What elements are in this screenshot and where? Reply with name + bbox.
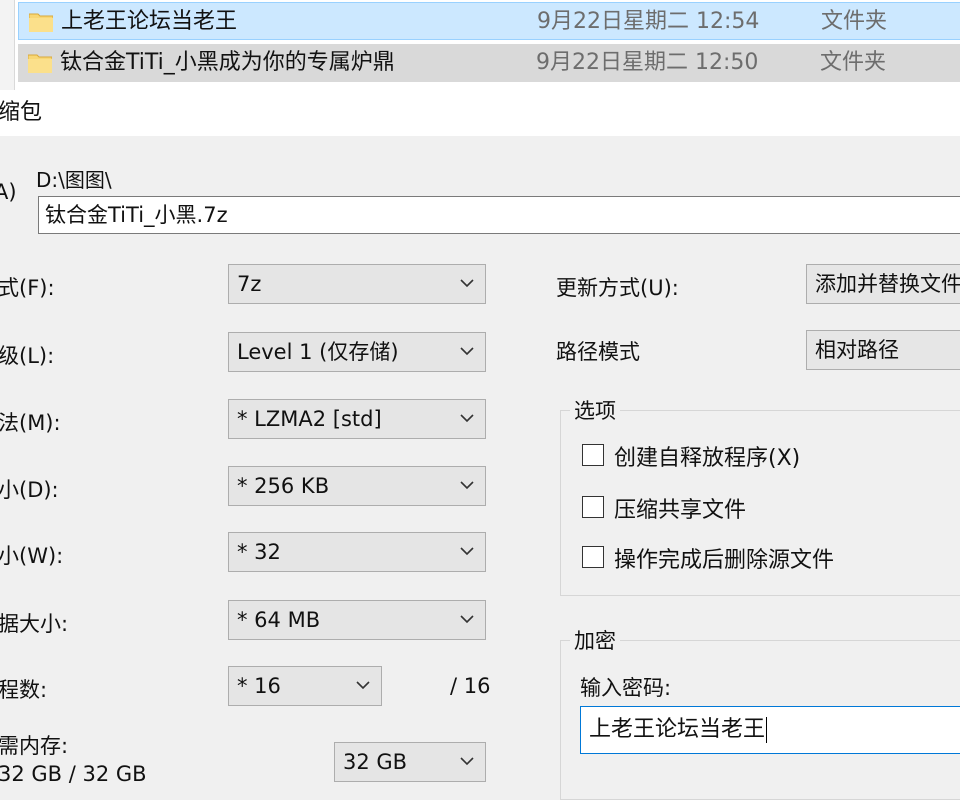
- memory-label: 需内存:: [0, 734, 69, 758]
- password-text: 上老王论坛当老王: [589, 717, 766, 742]
- update-mode-label: 更新方式(U):: [556, 276, 679, 300]
- shared-files-checkbox-label: 压缩共享文件: [614, 498, 747, 523]
- file-type: 文件夹: [820, 50, 887, 75]
- file-row[interactable]: 上老王论坛当老王 9月22日星期二 12:54 文件夹: [18, 2, 960, 40]
- file-name: 上老王论坛当老王: [61, 9, 238, 34]
- options-title: 选项: [570, 395, 620, 425]
- folder-icon: [29, 13, 53, 32]
- path-mode-label: 路径模式: [556, 340, 640, 364]
- archive-name-input[interactable]: 钛合金TiTi_小黑.7z: [38, 196, 960, 234]
- dictionary-size-label: 小(D):: [0, 478, 59, 502]
- update-mode-select[interactable]: 添加并替换文件: [806, 264, 960, 304]
- solid-block-size-label: 据大小:: [0, 612, 69, 636]
- sfx-checkbox[interactable]: [582, 444, 604, 466]
- word-size-value: * 32: [237, 540, 281, 564]
- threads-max: / 16: [450, 674, 491, 698]
- chevron-down-icon: [460, 347, 474, 356]
- method-value: * LZMA2 [std]: [237, 407, 382, 431]
- method-select[interactable]: * LZMA2 [std]: [228, 399, 486, 439]
- chevron-down-icon: [460, 414, 474, 423]
- dialog-titlebar: 缩包: [0, 90, 960, 136]
- file-row[interactable]: 钛合金TiTi_小黑成为你的专属炉鼎 9月22日星期二 12:50 文件夹: [18, 44, 960, 82]
- chevron-down-icon: [460, 615, 474, 624]
- format-select[interactable]: 7z: [228, 264, 486, 304]
- file-name: 钛合金TiTi_小黑成为你的专属炉鼎: [60, 50, 395, 75]
- threads-value: * 16: [237, 674, 281, 698]
- archive-label: A): [0, 180, 17, 204]
- solid-block-size-select[interactable]: * 64 MB: [228, 600, 486, 640]
- file-type: 文件夹: [821, 9, 888, 34]
- archive-path: D:\图图\: [36, 168, 112, 192]
- level-value: Level 1 (仅存储): [237, 340, 399, 364]
- level-label: 级(L):: [0, 344, 55, 368]
- text-caret: [766, 717, 768, 743]
- threads-label: 程数:: [0, 678, 48, 702]
- path-mode-value: 相对路径: [815, 338, 899, 362]
- format-label: 式(F):: [0, 276, 55, 300]
- chevron-down-icon: [460, 481, 474, 490]
- word-size-select[interactable]: * 32: [228, 532, 486, 572]
- format-value: 7z: [237, 272, 262, 296]
- threads-select[interactable]: * 16: [228, 666, 382, 706]
- password-label: 输入密码:: [580, 676, 672, 700]
- password-input[interactable]: 上老王论坛当老王: [580, 706, 960, 754]
- memory-usage: 32 GB / 32 GB: [0, 762, 147, 786]
- dictionary-size-select[interactable]: * 256 KB: [228, 466, 486, 506]
- dialog-title: 缩包: [0, 100, 43, 125]
- shared-files-checkbox[interactable]: [582, 496, 604, 518]
- sfx-checkbox-label: 创建自释放程序(X): [614, 446, 801, 471]
- explorer-nav-edge: [0, 0, 15, 90]
- file-date: 9月22日星期二 12:50: [536, 50, 759, 75]
- delete-after-checkbox[interactable]: [582, 546, 604, 568]
- folder-icon: [28, 54, 52, 73]
- dictionary-size-value: * 256 KB: [237, 474, 330, 498]
- delete-after-checkbox-label: 操作完成后删除源文件: [614, 548, 835, 573]
- chevron-down-icon: [460, 279, 474, 288]
- explorer-file-list: 上老王论坛当老王 9月22日星期二 12:54 文件夹 钛合金TiTi_小黑成为…: [0, 0, 960, 90]
- solid-block-size-value: * 64 MB: [237, 608, 321, 632]
- chevron-down-icon: [460, 757, 474, 766]
- memory-value: 32 GB: [343, 750, 408, 774]
- chevron-down-icon: [356, 681, 370, 690]
- word-size-label: 小(W):: [0, 544, 64, 568]
- add-to-archive-dialog: A) D:\图图\ 钛合金TiTi_小黑.7z 式(F): 7z 级(L): L…: [0, 136, 960, 800]
- method-label: 法(M):: [0, 411, 61, 435]
- file-date: 9月22日星期二 12:54: [537, 9, 760, 34]
- encryption-title: 加密: [570, 625, 620, 655]
- path-mode-select[interactable]: 相对路径: [806, 330, 960, 370]
- level-select[interactable]: Level 1 (仅存储): [228, 332, 486, 372]
- chevron-down-icon: [460, 547, 474, 556]
- memory-select[interactable]: 32 GB: [334, 742, 486, 782]
- update-mode-value: 添加并替换文件: [815, 272, 960, 296]
